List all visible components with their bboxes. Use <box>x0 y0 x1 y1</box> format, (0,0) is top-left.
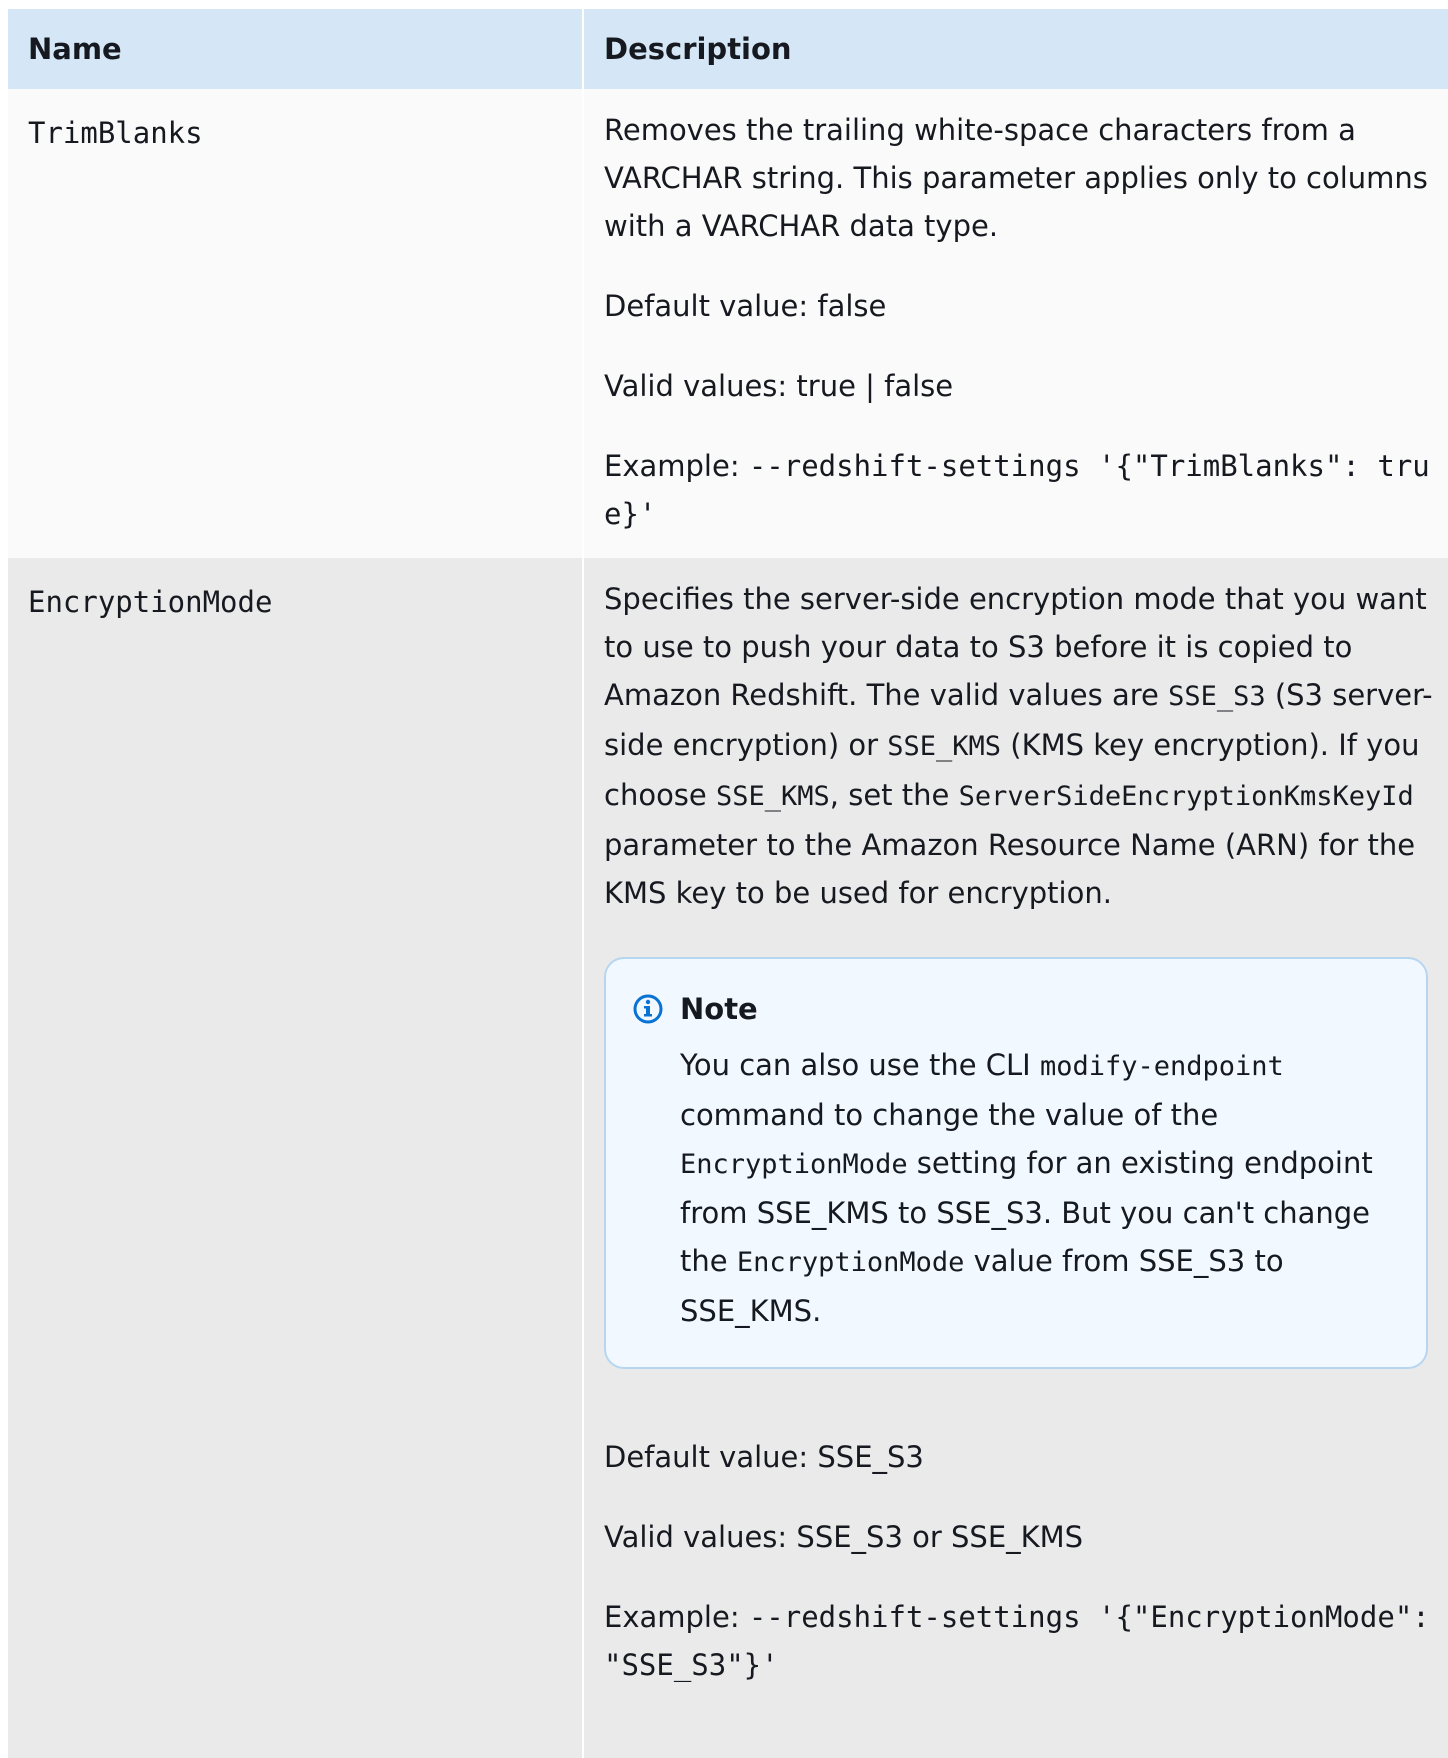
example-label: Example: <box>604 1600 740 1634</box>
description-cell: Specifies the server-side encryption mod… <box>582 558 1448 1758</box>
code-encryption-mode: EncryptionMode <box>680 1149 908 1180</box>
parameter-description: Removes the trailing white-space charact… <box>604 113 1428 243</box>
column-header-description: Description <box>582 9 1448 89</box>
valid-values: Valid values: SSE_S3 or SSE_KMS <box>604 1520 1084 1554</box>
parameter-description: Specifies the server-side encryption mod… <box>604 582 1433 910</box>
name-cell: TrimBlanks <box>8 89 582 558</box>
table-header: Name Description <box>8 9 1448 89</box>
code-encryption-mode: EncryptionMode <box>736 1247 965 1278</box>
example: Example: --redshift-settings '{"TrimBlan… <box>604 442 1436 538</box>
code-kms-key-id: ServerSideEncryptionKmsKeyId <box>958 781 1414 812</box>
valid-values: Valid values: true | false <box>604 369 954 403</box>
code-modify-endpoint: modify-endpoint <box>1039 1051 1284 1082</box>
example-label: Example: <box>604 449 740 483</box>
default-value: Default value: SSE_S3 <box>604 1440 924 1474</box>
default-value: Default value: false <box>604 289 887 323</box>
description-cell: Removes the trailing white-space charact… <box>582 89 1448 558</box>
note-header: Note <box>632 989 1400 1029</box>
code-sse-kms: SSE_KMS <box>887 731 1002 762</box>
parameter-name: TrimBlanks <box>28 116 203 150</box>
example: Example: --redshift-settings '{"Encrypti… <box>604 1593 1436 1689</box>
table-row: EncryptionMode Specifies the server-side… <box>8 558 1448 1758</box>
info-icon <box>633 994 663 1024</box>
note-title: Note <box>680 992 758 1026</box>
note-body: You can also use the CLI modify-endpoint… <box>680 1048 1373 1328</box>
parameter-name: EncryptionMode <box>28 585 273 619</box>
table-row: TrimBlanks Removes the trailing white-sp… <box>8 89 1448 558</box>
parameters-table: Name Description TrimBlanks Removes the … <box>8 9 1448 1758</box>
code-sse-kms: SSE_KMS <box>715 781 830 812</box>
note-callout: Note You can also use the CLI modify-end… <box>604 957 1428 1369</box>
column-header-name: Name <box>28 32 122 66</box>
code-sse-s3: SSE_S3 <box>1168 681 1266 712</box>
name-cell: EncryptionMode <box>8 558 582 1758</box>
